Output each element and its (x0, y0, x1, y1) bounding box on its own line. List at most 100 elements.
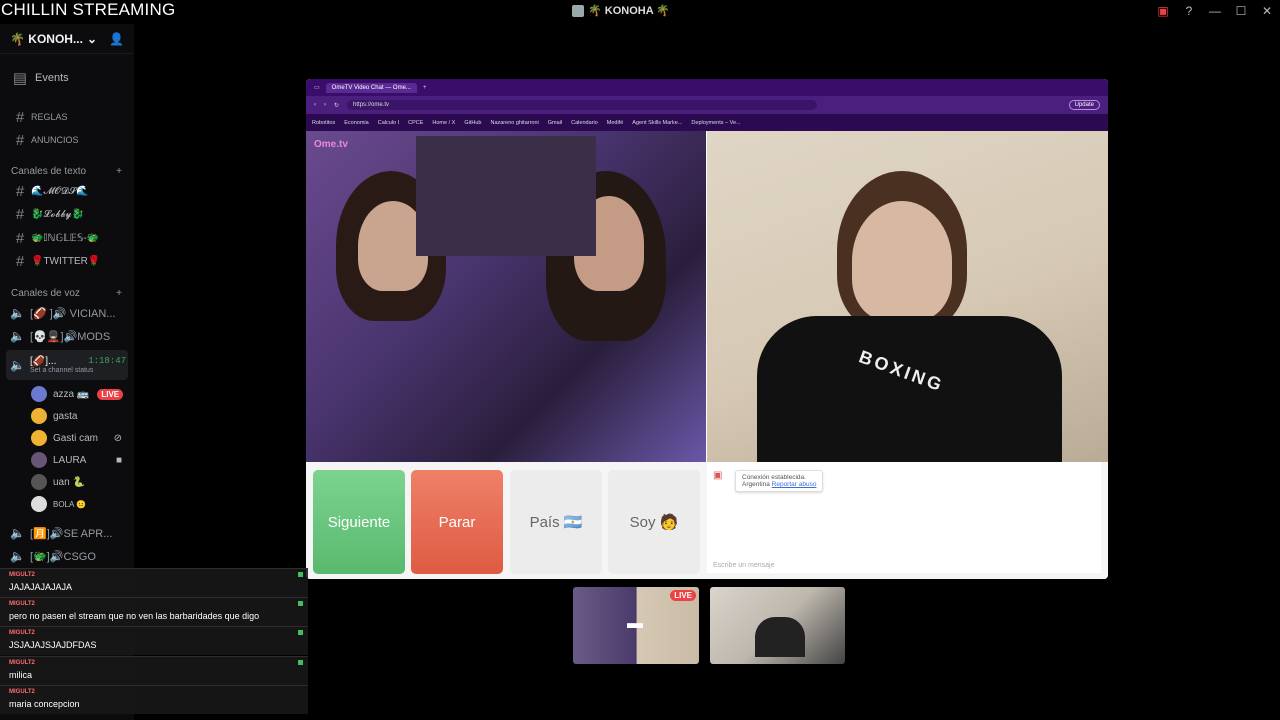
reload-icon[interactable]: ↻ (334, 102, 339, 109)
close-button[interactable]: ✕ (1254, 4, 1280, 18)
bookmark-item[interactable]: Economia (344, 120, 368, 126)
browser-tab[interactable]: OmeTV Video Chat — Ome... (325, 82, 417, 93)
bookmark-item[interactable]: Calculo I (378, 120, 399, 126)
bookmark-item[interactable]: GitHub (464, 120, 481, 126)
ometv-logo: Ome.tv (314, 139, 348, 150)
speaker-icon: 🔈 (10, 526, 25, 540)
platform-icon (298, 572, 303, 577)
channel-label: 🌹TWITTER🌹 (31, 255, 101, 267)
voice-channel-se-apr[interactable]: 🔈 [🈷️]🔊SE APR... (0, 524, 134, 542)
bookmark-item[interactable]: Home / X (432, 120, 455, 126)
server-header[interactable]: 🌴 KONOH... ⌄ 👤 (0, 24, 134, 54)
tab-overview-icon[interactable]: ▭ (314, 84, 320, 91)
voice-member[interactable]: BOLA 😐 (0, 495, 134, 513)
voice-member[interactable]: uan 🐍 (0, 473, 134, 491)
channel-lobby[interactable]: # 🐉𝓛𝓸𝓫𝓫𝔂🐉 (0, 205, 134, 223)
channel-label: 🐉𝓛𝓸𝓫𝓫𝔂🐉 (31, 208, 85, 220)
chat-text: JSJAJAJSJAJDFDAS (9, 640, 97, 650)
channel-twitter[interactable]: # 🌹TWITTER🌹 (0, 252, 134, 270)
forward-icon[interactable]: › (324, 102, 326, 108)
sidebar-item-events[interactable]: ▤ Events (0, 68, 134, 88)
voice-member[interactable]: azza 🚌 LIVE (0, 385, 134, 403)
bookmark-item[interactable]: Deployments – Ve... (691, 120, 740, 126)
events-label: Events (35, 72, 69, 84)
bookmark-item[interactable]: Medifé (607, 120, 624, 126)
category-label: Canales de voz (11, 287, 80, 299)
channel-ingles[interactable]: # 🐲𝕀ℕ𝔾𝕃𝔼𝕊-🐲 (0, 229, 134, 247)
hash-icon: # (15, 229, 25, 247)
message-input[interactable]: Escribe un mensaje (713, 562, 774, 569)
voice-channel-csgo[interactable]: 🔈 [🐲]🔊CSGO (0, 547, 134, 565)
stop-button[interactable]: Parar (411, 470, 503, 574)
hash-icon: # (15, 205, 25, 223)
channel-mods[interactable]: # 🌊𝓜𝓞𝓓𝓢🌊 (0, 182, 134, 200)
channel-label: 🌊𝓜𝓞𝓓𝓢🌊 (31, 185, 89, 197)
voice-channel-label: [💀💂🏻‍♂️]🔊MODS (30, 330, 111, 343)
back-icon[interactable]: ‹ (314, 102, 316, 108)
new-tab-icon[interactable]: + (423, 85, 427, 91)
camera-thumbnail[interactable] (710, 587, 845, 664)
bookmark-item[interactable]: Nazareno ghitarroni (490, 120, 538, 126)
country-button[interactable]: País 🇦🇷 (510, 470, 602, 574)
shirt-shape (757, 316, 1062, 462)
stream-chat-overlay: MIGULT2 JAJAJAJAJAJA MIGULT2 pero no pas… (0, 568, 308, 720)
bookmark-item[interactable]: Robotitos (312, 120, 335, 126)
voice-member[interactable]: gasta (0, 407, 134, 425)
hash-icon: # (15, 108, 25, 126)
voice-channel-label: [🏈 ]🔊 VICIAN... (30, 307, 116, 320)
gender-button[interactable]: Soy 🧑 (608, 470, 700, 574)
bookmark-item[interactable]: Gmail (548, 120, 562, 126)
window-controls: ▣ ? — ☐ ✕ (1150, 0, 1280, 22)
maximize-button[interactable]: ☐ (1228, 4, 1254, 18)
inbox-icon[interactable]: ▣ (1150, 4, 1176, 18)
chat-text: JAJAJAJAJAJA (9, 582, 73, 592)
next-button[interactable]: Siguiente (313, 470, 405, 574)
live-badge: LIVE (97, 388, 124, 400)
window-title: 🌴 KONOHA 🌴 (572, 4, 670, 17)
voice-member[interactable]: Gasti cam ⊘ (0, 429, 134, 447)
speaker-icon: 🔈 (10, 329, 25, 343)
platform-icon (298, 601, 303, 606)
add-channel-icon[interactable]: + (116, 288, 122, 299)
category-text-channels[interactable]: Canales de texto + (0, 164, 134, 178)
browser-tab-bar: ▭ OmeTV Video Chat — Ome... + (306, 79, 1108, 96)
add-member-icon[interactable]: 👤 (109, 32, 124, 46)
stream-thumbnail-live[interactable]: LIVE ▬ (573, 587, 699, 664)
bookmark-item[interactable]: Calendario (571, 120, 598, 126)
person-silhouette (755, 617, 805, 657)
voice-channel-label: [🈷️]🔊SE APR... (30, 527, 113, 540)
shared-browser-window: ▭ OmeTV Video Chat — Ome... + ‹ › ↻ http… (306, 79, 1108, 579)
chat-message: MIGULT2 milica (0, 656, 308, 685)
bookmarks-bar: Robotitos Economia Calculo I CPCE Home /… (306, 114, 1108, 131)
avatar (31, 496, 47, 512)
speaker-icon: 🔈 (10, 549, 25, 563)
help-icon[interactable]: ? (1176, 4, 1202, 18)
minimize-button[interactable]: — (1202, 4, 1228, 18)
avatar (31, 430, 47, 446)
report-abuse-link[interactable]: Reportar abuso (772, 481, 817, 488)
hash-icon: # (15, 182, 25, 200)
avatar (31, 386, 47, 402)
channel-status[interactable]: Set a channel status (30, 367, 126, 374)
voice-channel-active[interactable]: 🔈 [🏈]... 1:18:47 Set a channel status (6, 350, 128, 380)
voice-member[interactable]: LAURA ■ (0, 451, 134, 469)
ometv-chat-panel: ▣ Conexión establecida. Argentina Report… (707, 462, 1101, 573)
voice-timer: 1:18:47 (88, 356, 126, 366)
update-button[interactable]: Update (1068, 100, 1100, 110)
connection-status: Conexión establecida. Argentina Reportar… (735, 470, 824, 492)
category-voice-channels[interactable]: Canales de voz + (0, 286, 134, 300)
voice-channel-label: [🏈]... (30, 356, 57, 367)
channel-anuncios[interactable]: # ANUNCIOS (0, 131, 134, 149)
voice-channel-vician[interactable]: 🔈 [🏈 ]🔊 VICIAN... (0, 304, 134, 322)
add-channel-icon[interactable]: + (116, 166, 122, 177)
member-name: uan 🐍 (53, 476, 85, 488)
platform-icon (298, 630, 303, 635)
channel-reglas[interactable]: # REGLAS (0, 108, 134, 126)
bookmark-item[interactable]: Agent Skills Marke... (632, 120, 682, 126)
voice-channel-mods[interactable]: 🔈 [💀💂🏻‍♂️]🔊MODS (0, 327, 134, 345)
chat-text: pero no pasen el stream que no ven las b… (9, 611, 260, 621)
bookmark-item[interactable]: CPCE (408, 120, 423, 126)
url-bar[interactable]: https://ome.tv (347, 100, 818, 110)
chevron-down-icon: ⌄ (86, 31, 98, 46)
avatar (31, 452, 47, 468)
